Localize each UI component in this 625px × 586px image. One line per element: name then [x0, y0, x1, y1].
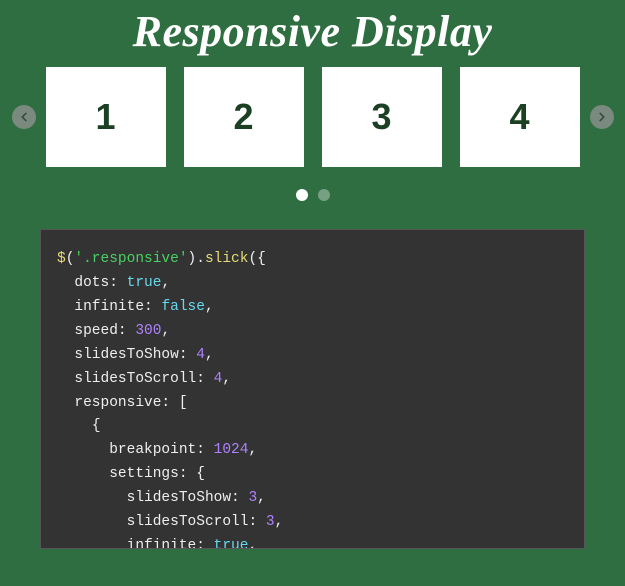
slides-track: 1 2 3 4	[46, 67, 580, 167]
slide[interactable]: 2	[184, 67, 304, 167]
carousel: 1 2 3 4	[0, 67, 625, 167]
pagination-dots	[0, 189, 625, 201]
dot[interactable]	[318, 189, 330, 201]
next-arrow[interactable]	[590, 105, 614, 129]
chevron-left-icon	[17, 110, 31, 124]
slide[interactable]: 3	[322, 67, 442, 167]
dot[interactable]	[296, 189, 308, 201]
prev-arrow[interactable]	[12, 105, 36, 129]
slide[interactable]: 1	[46, 67, 166, 167]
page-title: Responsive Display	[0, 0, 625, 67]
slide[interactable]: 4	[460, 67, 580, 167]
chevron-right-icon	[595, 110, 609, 124]
code-example: $('.responsive').slick({ dots: true, inf…	[40, 229, 585, 549]
